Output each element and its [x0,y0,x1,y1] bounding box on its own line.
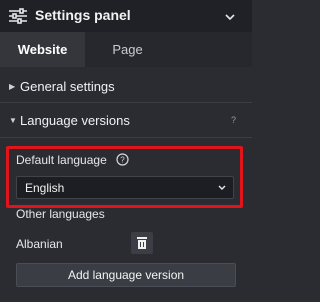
section-label: Language versions [20,112,130,128]
svg-text:?: ? [120,156,125,165]
trash-icon [137,237,147,249]
caret-right-icon: ▶ [9,81,16,91]
tab-website[interactable]: Website [0,32,85,67]
divider [0,137,252,138]
language-name: Albanian [16,237,63,251]
other-languages-label: Other languages [16,207,105,221]
chevron-down-icon [218,185,226,190]
question-circle-icon[interactable]: ? [116,153,129,166]
panel-title: Settings panel [35,7,131,23]
default-language-select[interactable]: English [16,176,234,199]
section-label: General settings [20,78,115,94]
default-language-label: Default language [16,153,107,167]
delete-language-button[interactable] [131,232,153,254]
section-general-settings[interactable]: ▶ General settings [0,70,252,102]
tab-bar: Website Page [0,32,252,67]
panel-header: Settings panel [0,0,252,32]
divider [0,102,252,103]
selected-language: English [25,181,65,195]
add-language-button[interactable]: Add language version [16,263,236,287]
sliders-icon [9,8,27,24]
section-language-versions[interactable]: ▼ Language versions [0,104,252,136]
caret-down-icon: ▼ [9,115,17,125]
chevron-down-icon[interactable] [222,9,238,25]
tab-page[interactable]: Page [85,32,170,67]
section-help[interactable]: ? [231,115,236,125]
